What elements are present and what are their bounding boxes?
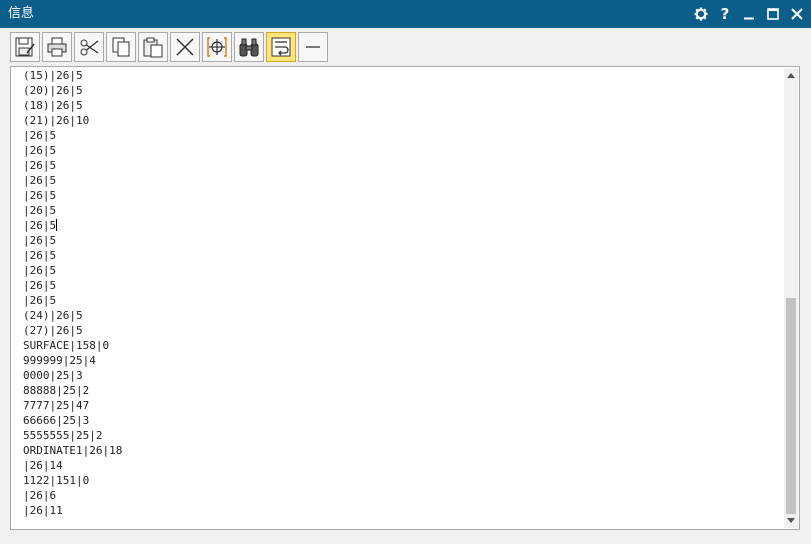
scrollbar-thumb[interactable] xyxy=(786,298,796,514)
text-line: ORDINATE1|26|18 xyxy=(23,444,123,457)
text-line: (15)|26|5 xyxy=(23,69,83,82)
text-line: SURFACE|158|0 xyxy=(23,339,110,352)
print-icon xyxy=(47,37,67,57)
text-line: |26|5 xyxy=(23,204,57,217)
text-line: (24)|26|5 xyxy=(23,309,83,322)
window-title: 信息 xyxy=(8,6,35,21)
text-line: 1122|151|0 xyxy=(23,474,90,487)
close-icon[interactable] xyxy=(789,6,805,22)
title-bar: 信息 ? xyxy=(0,0,811,28)
text-line: |26|5 xyxy=(23,219,58,232)
text-line: |26|5 xyxy=(23,234,57,247)
text-line: |26|5 xyxy=(23,129,57,142)
word-wrap-button[interactable] xyxy=(266,32,296,62)
text-line: (18)|26|5 xyxy=(23,99,83,112)
save-icon xyxy=(15,37,35,57)
scroll-down-arrow-icon[interactable] xyxy=(784,514,798,528)
maximize-icon[interactable] xyxy=(765,6,781,22)
text-line: 7777|25|47 xyxy=(23,399,90,412)
find-button[interactable] xyxy=(234,32,264,62)
text-line: |26|5 xyxy=(23,264,57,277)
text-line: 5555555|25|2 xyxy=(23,429,103,442)
copy-button[interactable] xyxy=(106,32,136,62)
clear-icon xyxy=(176,38,194,56)
vertical-scrollbar[interactable] xyxy=(784,68,798,528)
gear-icon[interactable] xyxy=(693,6,709,22)
separator-line-icon xyxy=(306,46,320,48)
text-line: |26|5 xyxy=(23,159,57,172)
text-line: |26|5 xyxy=(23,279,57,292)
text-line: 88888|25|2 xyxy=(23,384,90,397)
text-line: 66666|25|3 xyxy=(23,414,90,427)
select-point-button[interactable] xyxy=(202,32,232,62)
text-line: (27)|26|5 xyxy=(23,324,83,337)
toolbar xyxy=(10,32,328,64)
text-caret xyxy=(56,219,58,231)
paste-icon xyxy=(143,37,163,58)
cut-icon xyxy=(80,39,99,56)
clear-button[interactable] xyxy=(170,32,200,62)
text-line: 0000|25|3 xyxy=(23,369,83,382)
text-line: 999999|25|4 xyxy=(23,354,96,367)
text-line: |26|5 xyxy=(23,249,57,262)
info-text-panel: (15)|26|5 (20)|26|5 (18)|26|5 (21)|26|10 |26… xyxy=(10,66,800,530)
help-icon[interactable]: ? xyxy=(717,6,733,22)
find-icon xyxy=(239,38,259,57)
text-line: |26|11 xyxy=(23,504,63,517)
text-line: |26|5 xyxy=(23,189,57,202)
minimize-icon[interactable] xyxy=(741,6,757,22)
text-line: |26|5 xyxy=(23,144,57,157)
help-label: ? xyxy=(720,5,730,23)
text-line: |26|6 xyxy=(23,489,57,502)
scroll-up-arrow-icon[interactable] xyxy=(784,68,798,82)
text-line: (20)|26|5 xyxy=(23,84,83,97)
cut-button[interactable] xyxy=(74,32,104,62)
info-text-area[interactable]: (15)|26|5 (20)|26|5 (18)|26|5 (21)|26|10 |26… xyxy=(23,68,773,520)
text-line: |26|5 xyxy=(23,294,57,307)
separator-line-button[interactable] xyxy=(298,32,328,62)
select-point-icon xyxy=(207,37,227,57)
print-button[interactable] xyxy=(42,32,72,62)
save-button[interactable] xyxy=(10,32,40,62)
window-controls: ? xyxy=(693,0,805,28)
word-wrap-icon xyxy=(271,37,291,57)
text-line: |26|5 xyxy=(23,174,57,187)
text-line: |26|14 xyxy=(23,459,63,472)
paste-button[interactable] xyxy=(138,32,168,62)
text-line: (21)|26|10 xyxy=(23,114,90,127)
copy-icon xyxy=(112,37,130,57)
